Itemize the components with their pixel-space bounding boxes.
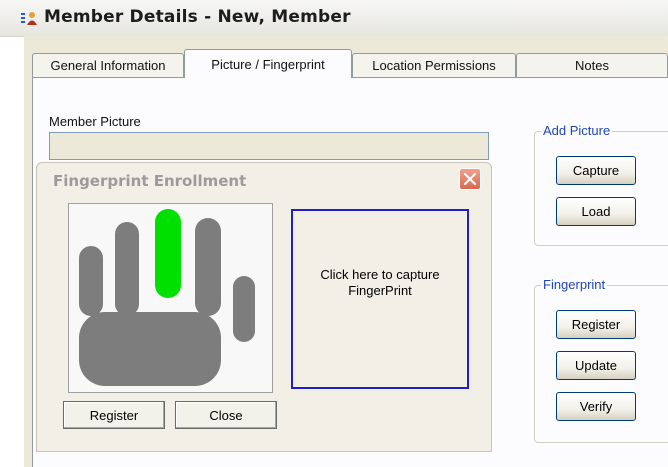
dialog-title: Fingerprint Enrollment: [53, 172, 247, 190]
verify-button[interactable]: Verify: [556, 392, 636, 421]
tab-general-information[interactable]: General Information: [32, 53, 184, 77]
tab-label: Location Permissions: [372, 58, 496, 73]
dialog-register-button[interactable]: Register: [63, 401, 165, 429]
tab-label: Picture / Fingerprint: [211, 56, 325, 72]
finger-left-middle-selected-icon[interactable]: [155, 209, 181, 298]
update-button[interactable]: Update: [556, 351, 636, 380]
member-picture-field[interactable]: [49, 132, 489, 160]
capture-prompt: Click here to capture FingerPrint: [293, 267, 467, 299]
window-title: Member Details - New, Member: [44, 7, 351, 27]
member-picture-label: Member Picture: [49, 114, 141, 129]
finger-left-pinky-icon[interactable]: [79, 246, 103, 316]
dialog-close-button[interactable]: [459, 168, 481, 190]
tab-label: General Information: [50, 58, 166, 73]
close-icon: [463, 172, 477, 186]
fingerprint-capture-area[interactable]: Click here to capture FingerPrint: [291, 209, 469, 389]
hand-diagram: [79, 209, 255, 386]
palm-icon: [79, 312, 221, 386]
add-picture-group: Add Picture: [534, 123, 668, 246]
capture-button[interactable]: Capture: [556, 156, 636, 185]
fingerprint-group-title: Fingerprint: [541, 277, 608, 292]
add-picture-group-title: Add Picture: [541, 123, 613, 138]
finger-left-thumb-icon[interactable]: [233, 276, 255, 342]
hand-diagram-panel: [68, 203, 273, 393]
fingerprint-enrollment-dialog: Fingerprint Enrollment Click here to cap…: [36, 162, 492, 452]
window-titlebar: Member Details - New, Member: [0, 0, 668, 37]
load-button[interactable]: Load: [556, 197, 636, 226]
dialog-close-text-button[interactable]: Close: [175, 401, 277, 429]
capture-prompt-line1: Click here to capture: [320, 267, 440, 282]
tab-picture-fingerprint[interactable]: Picture / Fingerprint: [184, 49, 352, 78]
tab-label: Notes: [575, 58, 609, 73]
member-app-icon: [21, 12, 37, 25]
tab-location-permissions[interactable]: Location Permissions: [352, 53, 516, 77]
finger-left-index-icon[interactable]: [195, 218, 221, 316]
register-button[interactable]: Register: [556, 310, 636, 339]
finger-left-ring-icon[interactable]: [115, 222, 139, 316]
tab-notes[interactable]: Notes: [516, 53, 668, 77]
capture-prompt-line2: FingerPrint: [348, 283, 412, 298]
